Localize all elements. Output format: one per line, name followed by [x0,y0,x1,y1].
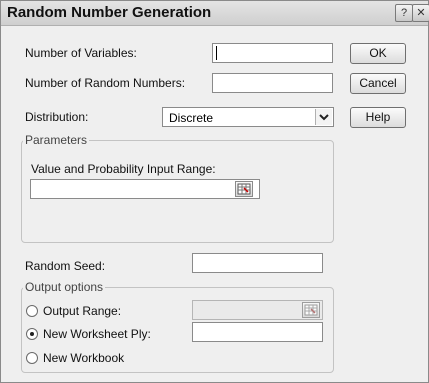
distribution-value: Discrete [169,111,214,125]
range-label: Value and Probability Input Range: [31,162,216,176]
random-number-generation-dialog: Random Number Generation ? ✕ Number of V… [0,0,429,383]
title-bar: Random Number Generation ? ✕ [1,1,429,26]
cancel-button[interactable]: Cancel [350,73,406,94]
output-range-label: Output Range: [43,304,122,318]
output-range-radio[interactable] [26,305,38,317]
ok-button[interactable]: OK [350,43,406,64]
help-icon[interactable]: ? [395,4,413,22]
random-seed-input[interactable] [192,253,323,273]
range-select-icon[interactable] [235,181,253,197]
num-random-label: Number of Random Numbers: [25,76,186,90]
num-variables-label: Number of Variables: [25,46,137,60]
distribution-select[interactable]: Discrete [162,107,334,127]
new-worksheet-radio[interactable] [26,328,38,340]
new-worksheet-label: New Worksheet Ply: [43,327,151,341]
new-workbook-label: New Workbook [43,351,125,365]
range-select-icon[interactable] [302,302,320,318]
close-icon[interactable]: ✕ [412,4,429,22]
text-cursor [216,46,217,60]
num-random-input[interactable] [212,73,333,93]
chevron-down-icon[interactable] [315,109,332,125]
distribution-label: Distribution: [25,110,89,124]
random-seed-label: Random Seed: [25,259,106,273]
num-variables-input[interactable] [212,43,333,63]
radio-selected-dot [30,332,34,336]
range-input[interactable] [30,179,260,199]
parameters-legend: Parameters [23,133,90,147]
new-workbook-radio[interactable] [26,352,38,364]
help-button[interactable]: Help [350,107,406,128]
new-worksheet-input[interactable] [192,322,323,342]
dialog-title: Random Number Generation [7,4,212,21]
output-options-legend: Output options [23,280,106,294]
